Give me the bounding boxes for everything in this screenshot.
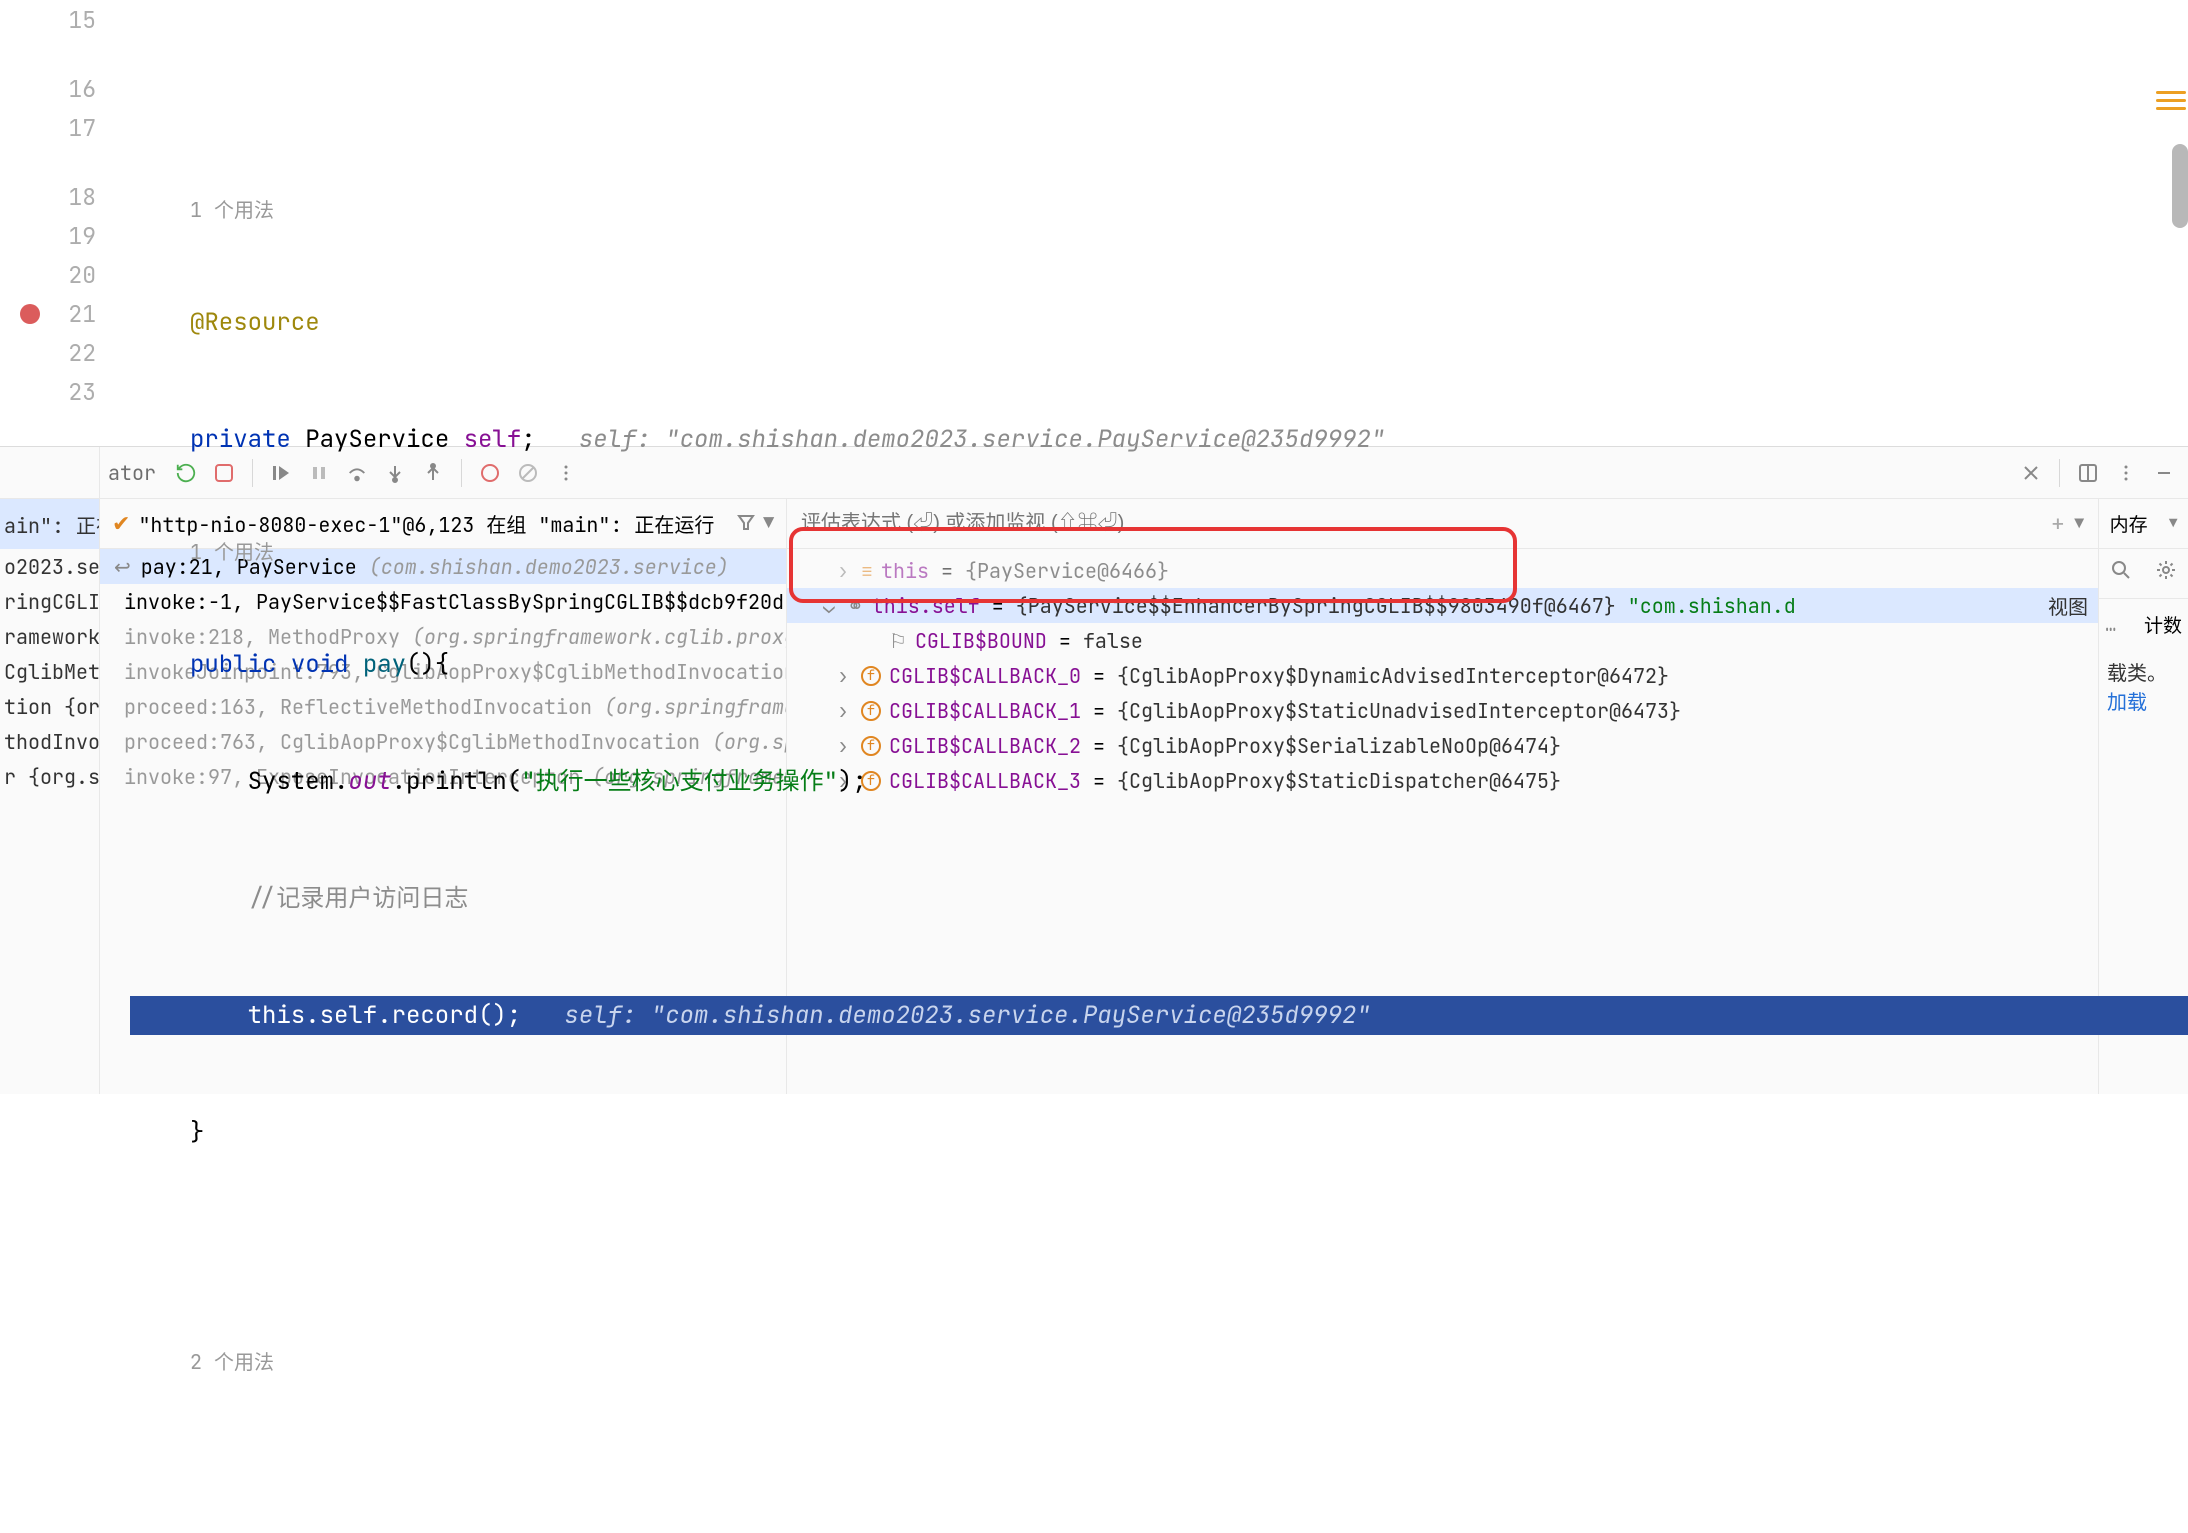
side-frame-list: ain": 正在运 o2023.servic ringCGLIB$$ ramew… xyxy=(0,447,100,1094)
line-number: 22 xyxy=(68,338,96,368)
side-frame-row[interactable]: CglibMethod xyxy=(0,654,99,689)
field-icon: f xyxy=(861,701,881,721)
line-number: 23 xyxy=(68,377,96,407)
variables-tree[interactable]: › ≡ this = {PayService@6466} ⌄ ⚭ this.se… xyxy=(787,549,2098,1094)
line-number: 20 xyxy=(68,260,96,290)
side-frame-row[interactable]: o2023.servic xyxy=(0,549,99,584)
side-header-row[interactable]: ain": 正在运 xyxy=(0,499,99,549)
usage-hint[interactable]: 2 个用法 xyxy=(190,1343,274,1382)
gutter: 15 16 17 18 19 20 21 22 23 xyxy=(0,0,130,446)
chevron-right-icon[interactable]: › xyxy=(837,698,853,724)
hamburger-icon[interactable] xyxy=(2156,86,2186,112)
side-frame-row[interactable]: tion {org.spr xyxy=(0,689,99,724)
variable-row[interactable]: › f CGLIB$CALLBACK_2 = {CglibAopProxy$Se… xyxy=(787,728,2098,763)
object-icon: ≡ xyxy=(861,558,873,584)
back-icon: ↩ xyxy=(114,554,131,580)
link-icon: ⚭ xyxy=(847,593,864,619)
chevron-down-icon[interactable]: ▼ xyxy=(2074,513,2084,534)
side-frame-row[interactable]: ramework.cg xyxy=(0,619,99,654)
comment: //记录用户访问日志 xyxy=(248,879,469,918)
variable-row[interactable]: › f CGLIB$CALLBACK_1 = {CglibAopProxy$St… xyxy=(787,693,2098,728)
variable-row[interactable]: › ≡ this = {PayService@6466} xyxy=(787,553,2098,588)
variables-panel: + ▼ › ≡ this = {PayService@6466} ⌄ ⚭ thi… xyxy=(787,499,2098,1094)
field-icon: f xyxy=(861,666,881,686)
variable-row[interactable]: ⚐ CGLIB$BOUND = false xyxy=(787,623,2098,658)
usage-hint[interactable]: 1 个用法 xyxy=(190,191,274,230)
scrollbar[interactable] xyxy=(2172,144,2188,228)
field-icon: f xyxy=(861,736,881,756)
chevron-down-icon[interactable]: ⌄ xyxy=(823,593,839,619)
breakpoint-icon[interactable] xyxy=(20,304,40,324)
line-number: 18 xyxy=(68,182,96,212)
checkmark-icon: ✔ xyxy=(112,509,130,538)
add-watch-icon[interactable]: + xyxy=(2051,509,2064,538)
chevron-right-icon[interactable]: › xyxy=(837,733,853,759)
chevron-right-icon[interactable]: › xyxy=(837,663,853,689)
code-editor[interactable]: 15 16 17 18 19 20 21 22 23 1 个用法 @Resour… xyxy=(0,0,2188,446)
variable-row[interactable]: › f CGLIB$CALLBACK_0 = {CglibAopProxy$Dy… xyxy=(787,658,2098,693)
side-frame-row[interactable]: thodInvocat xyxy=(0,724,99,759)
side-frame-row[interactable]: r {org.sprin xyxy=(0,759,99,794)
field-icon: f xyxy=(861,771,881,791)
side-frame-row[interactable]: ringCGLIB$$ xyxy=(0,584,99,619)
code-content[interactable]: 1 个用法 @Resource private PayService self;… xyxy=(130,0,2188,446)
usage-hint[interactable]: 1 个用法 xyxy=(190,533,274,572)
annotation: @Resource xyxy=(190,303,320,342)
evaluate-expression-input[interactable] xyxy=(801,512,2041,535)
line-number: 15 xyxy=(68,5,96,35)
inline-debug-hint: self: "com.shishan.demo2023.service.PayS… xyxy=(579,420,1385,459)
line-number: 17 xyxy=(68,113,96,143)
flag-icon: ⚐ xyxy=(889,628,907,654)
variable-row[interactable]: ⌄ ⚭ this.self = {PayService$$EnhancerByS… xyxy=(787,588,2098,623)
chevron-right-icon[interactable]: › xyxy=(837,768,853,794)
chevron-right-icon[interactable]: › xyxy=(837,558,853,584)
view-label[interactable]: 视图 xyxy=(2048,591,2098,620)
line-number: 19 xyxy=(68,221,96,251)
variable-row[interactable]: › f CGLIB$CALLBACK_3 = {CglibAopProxy$St… xyxy=(787,763,2098,798)
line-number: 21 xyxy=(68,299,96,329)
line-number: 16 xyxy=(68,74,96,104)
